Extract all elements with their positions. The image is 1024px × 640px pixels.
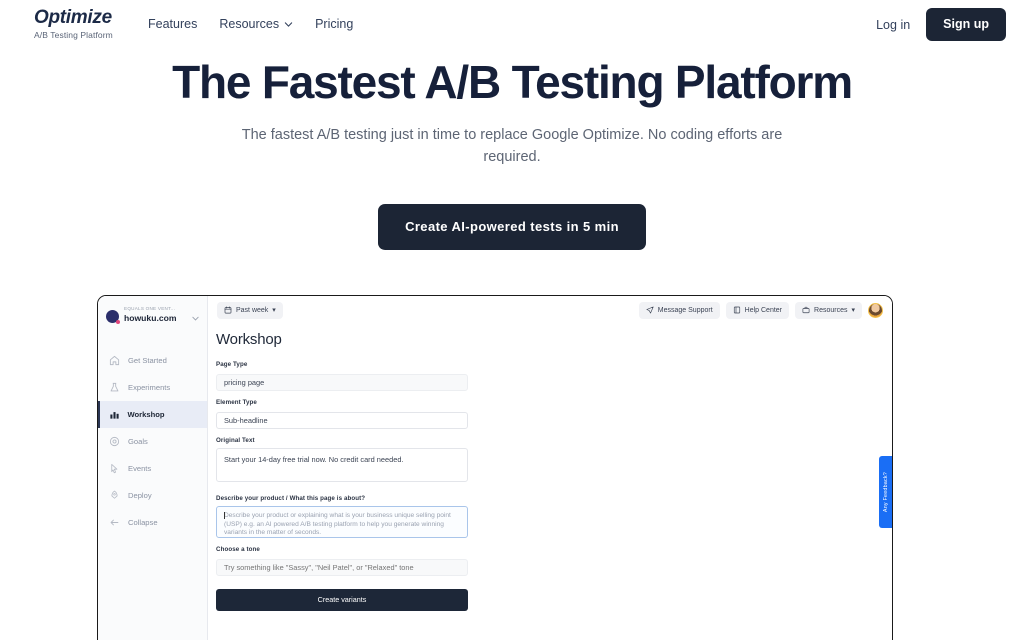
chevron-down-icon	[191, 310, 200, 328]
tone-input[interactable]	[216, 559, 468, 576]
sidebar-item-goals[interactable]: Goals	[98, 428, 207, 455]
nav-link-features[interactable]: Features	[148, 16, 197, 32]
nav-link-pricing-label: Pricing	[315, 17, 354, 31]
describe-product-placeholder: Describe your product or explaining what…	[224, 512, 451, 537]
arrow-left-icon	[109, 517, 120, 528]
brand-name: Optimize	[34, 7, 112, 28]
sidebar-item-deploy[interactable]: Deploy	[98, 482, 207, 509]
primary-nav-links: Features Resources Pricing	[148, 16, 353, 32]
book-icon	[733, 306, 741, 314]
target-icon	[109, 436, 120, 447]
sidebar-item-experiments[interactable]: Experiments	[98, 374, 207, 401]
flask-icon	[109, 382, 120, 393]
chevron-down-icon	[284, 20, 293, 29]
sidebar-item-workshop[interactable]: Workshop	[98, 401, 207, 428]
app-sidebar: EQUALS ONE VENT... howuku.com Get Starte…	[98, 296, 208, 640]
field-describe-product: Describe your product / What this page i…	[216, 494, 468, 538]
sidebar-item-label: Get Started	[128, 355, 167, 365]
cursor-click-icon	[109, 463, 120, 474]
field-label: Choose a tone	[216, 546, 260, 553]
feedback-tab[interactable]: Any Feedback?	[879, 456, 892, 528]
landing-page: Optimize A/B Testing Platform Features R…	[0, 0, 1024, 640]
sidebar-item-collapse[interactable]: Collapse	[98, 509, 207, 536]
field-label: Original Text	[216, 437, 255, 444]
signup-button[interactable]: Sign up	[926, 8, 1006, 41]
resources-dropdown[interactable]: Resources ▾	[795, 301, 862, 319]
sidebar-item-events[interactable]: Events	[98, 455, 207, 482]
page-title: The Fastest A/B Testing Platform	[172, 56, 853, 108]
panel-title: Workshop	[216, 331, 282, 348]
hero-section: The Fastest A/B Testing Platform The fas…	[0, 54, 1024, 250]
field-label: Element Type	[216, 399, 257, 406]
send-icon	[646, 306, 654, 314]
page-type-input[interactable]	[216, 374, 468, 391]
briefcase-icon	[802, 306, 810, 314]
date-range-label: Past week	[236, 306, 269, 314]
help-center-label: Help Center	[744, 306, 783, 314]
sidebar-item-label: Goals	[128, 436, 148, 446]
calendar-icon	[224, 306, 232, 314]
sidebar-item-label: Experiments	[128, 382, 171, 392]
help-center-button[interactable]: Help Center	[725, 301, 790, 319]
text-caret	[224, 512, 225, 519]
field-original-text: Original Text Start your 14-day free tri…	[216, 436, 468, 487]
hero-cta-wrapper: Create AI-powered tests in 5 min	[0, 204, 1024, 250]
resources-label: Resources	[814, 306, 848, 314]
nav-link-pricing[interactable]: Pricing	[315, 16, 353, 32]
workspace-logo-icon	[106, 310, 120, 324]
app-topbar: Past week ▾ Message Support Help Center …	[208, 296, 892, 324]
field-label: Page Type	[216, 361, 248, 368]
app-preview-frame: EQUALS ONE VENT... howuku.com Get Starte…	[97, 295, 893, 640]
sidebar-item-label: Events	[128, 463, 152, 473]
sidebar-item-label: Collapse	[128, 517, 158, 527]
avatar[interactable]	[868, 302, 883, 318]
brand-tagline: A/B Testing Platform	[34, 30, 113, 40]
workspace-switcher[interactable]: EQUALS ONE VENT... howuku.com	[98, 296, 207, 337]
nav-link-features-label: Features	[148, 17, 198, 31]
element-type-input[interactable]	[216, 412, 468, 429]
field-page-type: Page Type	[216, 360, 468, 391]
date-range-selector[interactable]: Past week ▾	[217, 301, 283, 319]
brand-logo[interactable]: Optimize A/B Testing Platform	[34, 7, 146, 41]
workshop-panel: Workshop Page Type Element Type Original…	[208, 324, 892, 640]
app-main-area: Past week ▾ Message Support Help Center …	[208, 296, 892, 640]
login-link[interactable]: Log in	[876, 18, 910, 32]
field-element-type: Element Type	[216, 398, 468, 429]
message-support-label: Message Support	[657, 306, 713, 314]
sidebar-item-label: Workshop	[127, 409, 165, 419]
workspace-org-name: EQUALS ONE VENT...	[124, 306, 176, 311]
app-topbar-actions: Message Support Help Center Resources ▾	[638, 301, 883, 319]
create-variants-button[interactable]: Create variants	[216, 589, 468, 611]
chevron-down-icon: ▾	[851, 306, 855, 314]
sidebar-nav: Get Started Experiments Workshop Goals E…	[98, 347, 207, 536]
home-icon	[109, 355, 120, 366]
feedback-tab-label: Any Feedback?	[882, 471, 889, 513]
field-label: Describe your product / What this page i…	[216, 495, 366, 502]
bar-chart-icon	[109, 409, 120, 420]
sidebar-item-label: Deploy	[128, 490, 152, 500]
nav-actions: Log in Sign up	[876, 8, 1006, 41]
rocket-icon	[109, 490, 120, 501]
original-text-textarea[interactable]: Start your 14-day free trial now. No cre…	[216, 448, 468, 482]
workspace-text: EQUALS ONE VENT... howuku.com	[124, 305, 186, 324]
chevron-down-icon: ▾	[272, 306, 276, 314]
field-choose-tone: Choose a tone	[216, 545, 468, 576]
sidebar-item-get-started[interactable]: Get Started	[98, 347, 207, 374]
hero-subtitle: The fastest A/B testing just in time to …	[241, 127, 783, 165]
top-navigation-bar: Optimize A/B Testing Platform Features R…	[0, 0, 1024, 49]
describe-product-textarea[interactable]: Describe your product or explaining what…	[216, 506, 468, 538]
message-support-button[interactable]: Message Support	[638, 301, 720, 319]
workspace-domain: howuku.com	[124, 313, 177, 323]
nav-link-resources-label: Resources	[219, 17, 280, 31]
nav-link-resources[interactable]: Resources	[219, 16, 293, 32]
hero-cta-button[interactable]: Create AI-powered tests in 5 min	[378, 204, 646, 250]
